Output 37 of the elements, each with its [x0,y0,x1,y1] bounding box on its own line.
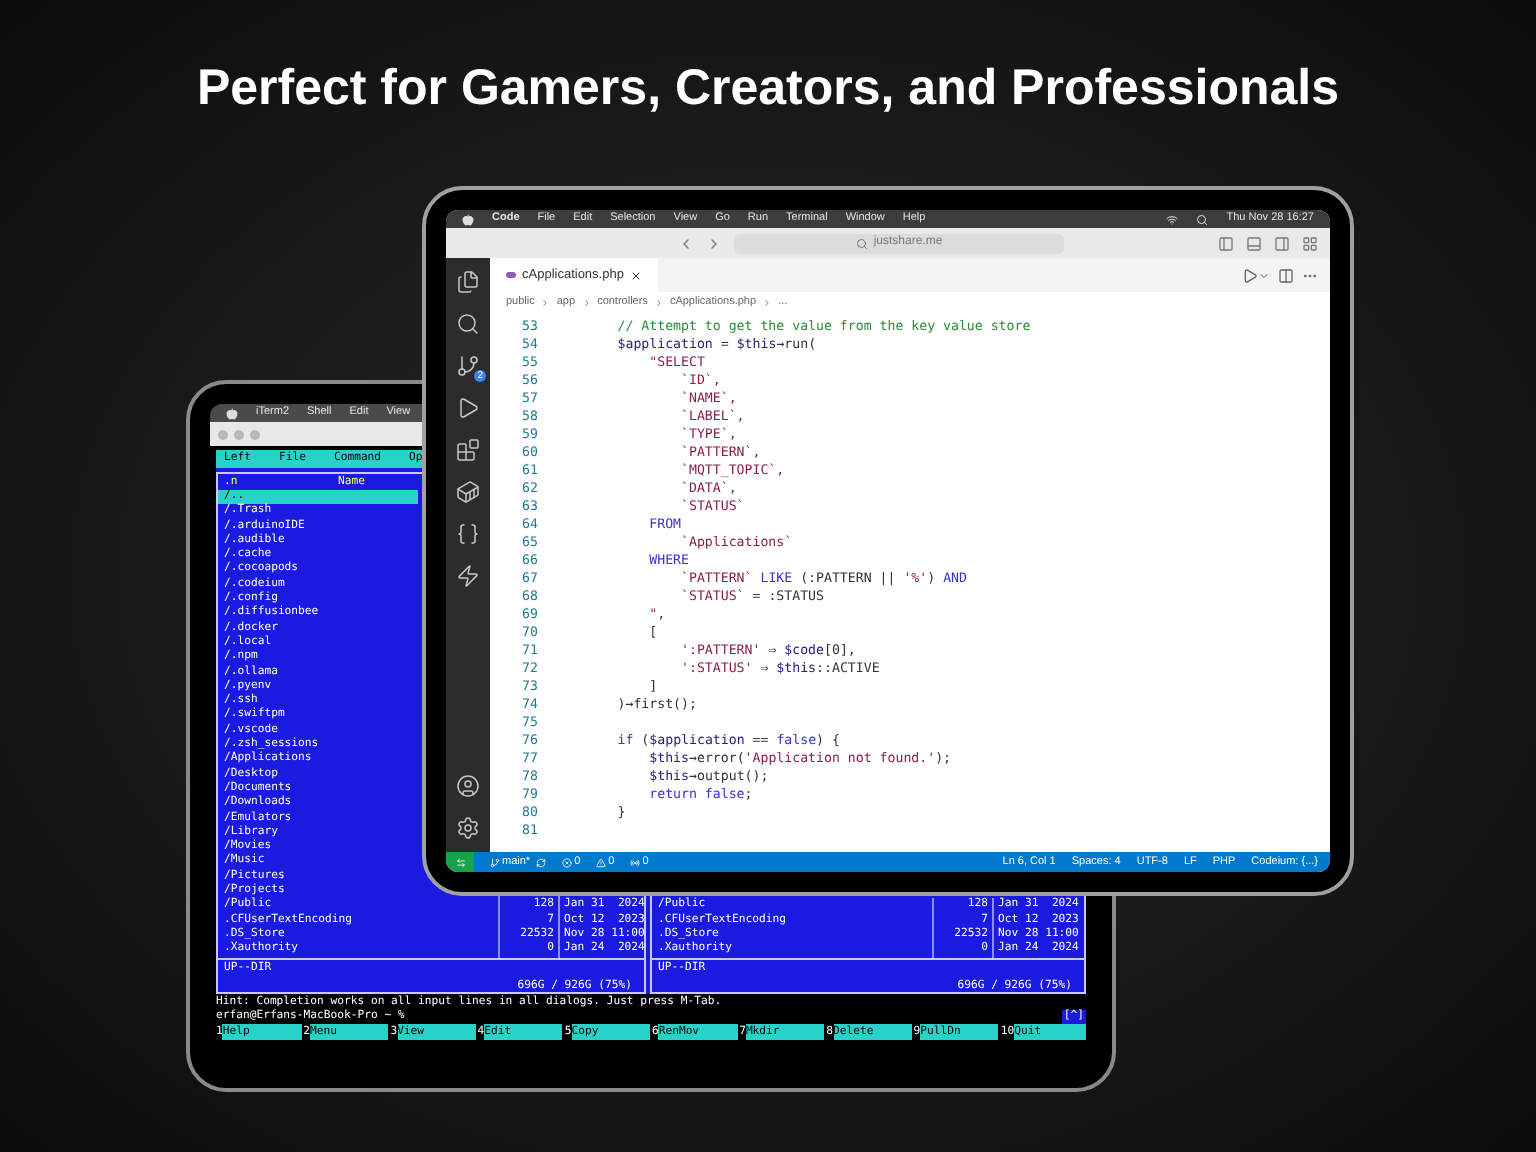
extensions-icon[interactable] [456,438,480,462]
chevron-icon [540,297,551,307]
error-icon [562,857,573,867]
close-icon[interactable] [629,269,642,281]
lightning-icon[interactable] [456,564,480,588]
panel-right-icon[interactable] [1274,235,1290,251]
files-icon[interactable] [456,270,480,294]
warning-icon [596,857,607,867]
chevron-icon [653,297,664,307]
run-icon[interactable] [1242,267,1258,283]
panel-bottom-icon[interactable] [1246,235,1262,251]
back-icon[interactable] [678,235,694,251]
chevron-icon [581,297,592,307]
chevron-icon [762,297,773,307]
search-icon[interactable] [456,312,480,336]
remote-indicator[interactable] [446,852,474,872]
wifi-icon[interactable] [1166,213,1179,225]
branch-icon [490,857,500,867]
account-icon[interactable] [456,774,480,798]
apple-icon[interactable] [462,213,474,225]
php-file-icon [506,272,516,278]
broadcast-icon [630,857,641,867]
layout-icon[interactable] [1302,235,1318,251]
braces-icon[interactable] [456,522,480,546]
sync-icon [536,857,547,867]
split-editor-icon[interactable] [1278,267,1294,283]
panel-left-icon[interactable] [1218,235,1234,251]
apple-icon[interactable] [226,407,238,419]
source-control-icon[interactable] [456,354,480,378]
container-icon[interactable] [456,480,480,504]
run-debug-icon[interactable] [456,396,480,420]
remote-icon [455,857,465,867]
search-icon[interactable] [1196,213,1209,225]
headline: Perfect for Gamers, Creators, and Professionals [196,58,1340,120]
forward-icon[interactable] [706,235,722,251]
settings-icon[interactable] [456,816,480,840]
search-icon [855,237,868,249]
